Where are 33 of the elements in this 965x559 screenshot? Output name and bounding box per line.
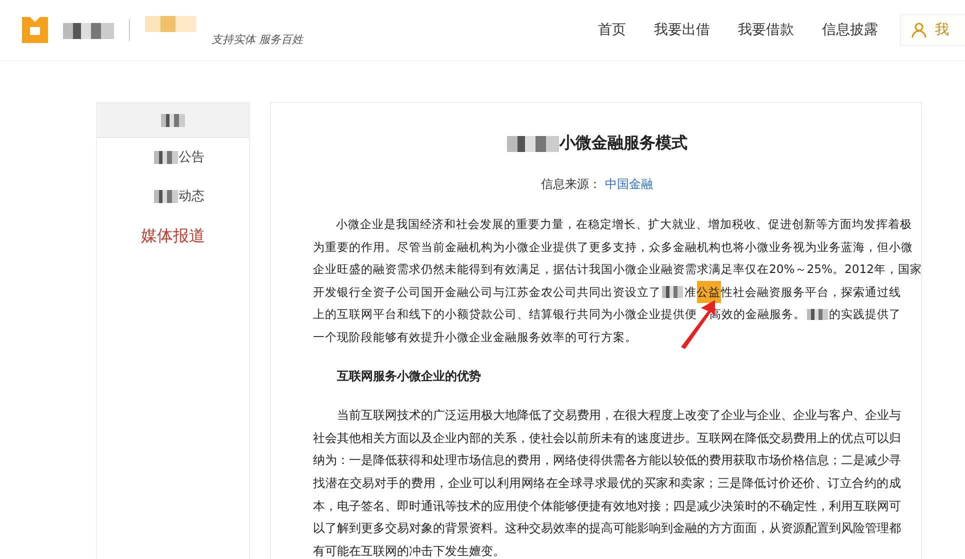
nav-link[interactable]: 信息披露 (822, 21, 878, 39)
article-title: 小微金融服务模式 (560, 133, 688, 152)
paragraph-text: 企业旺盛的融资需求仍然未能得到有效满足，据估计我国小微企业融资需求满足率仅在20%～25%。2012年，国家 (313, 261, 922, 278)
sidebar-item[interactable]: 媒体报道 (97, 216, 249, 258)
sidebar-item[interactable]: 动态 (97, 177, 249, 216)
paragraph-text: 准 (684, 284, 696, 301)
slogan: 支持实体 服务百姓 (211, 32, 303, 46)
redaction-mosaic (63, 23, 114, 40)
logo-icon (22, 17, 48, 43)
paragraph-text: 为重要的作用。尽管当前金融机构为小微企业提供了更多支持，众多金融机构也将小微业务视为业务蓝海，但小微 (313, 238, 913, 256)
paragraph-text: 小微企业是我国经济和社会发展的重要力量，在稳定增长、扩大就业、增加税收、促进创新等方面均发挥着极 (336, 216, 912, 233)
nav-link[interactable]: 我要出借 (654, 21, 710, 39)
sidebar-item[interactable]: 公告 (97, 138, 249, 177)
user-icon (911, 22, 927, 38)
redaction-mosaic (145, 16, 196, 32)
redaction-mosaic (154, 190, 178, 203)
paragraph-text: 开发银行全资子公司国开金融公司与江苏金农公司共同出资设立了 (313, 284, 661, 301)
nav-link[interactable]: 首页 (598, 21, 626, 39)
redaction-mosaic (161, 114, 185, 127)
redaction-mosaic (154, 150, 178, 164)
paragraph-text: 上的互联网平台和线下的小额贷款公司、结算银行共同为小微企业提供便 (313, 306, 697, 324)
section-heading: 互联网服务小微企业的优势 (336, 368, 482, 385)
paragraph-text: 性社会融资服务平台，探索通过线 (721, 284, 901, 301)
sidebar-header[interactable] (97, 103, 249, 138)
paragraph-text: 的实践提供了 (828, 306, 901, 324)
redaction-mosaic (507, 136, 559, 152)
source-link[interactable]: 中国金融 (604, 177, 653, 191)
nav-link[interactable]: 我要借款 (738, 21, 794, 39)
paragraph-text: 一个现阶段能够有效提升小微企业金融服务效率的可行方案。 (313, 328, 637, 346)
source-label: 信息来源： (541, 177, 602, 191)
redaction-mosaic (806, 308, 828, 320)
redaction-mosaic (662, 286, 684, 298)
paragraph: 当前互联网技术的广泛运用极大地降低了交易费用，在很大程度上改变了企业与企业、企业与客户、企业与社会其他相关方面以及企业内部的关系，使社会以前所未有的速度进步。互联网在降低交易费用上的优点可以归纳为：一是降低获得和处理市场信息的费用，网络使得供需各方能以较低的费用获取市场价格信息；二是减少寻找潜在交易对手的费用，企业可以利用网络在全球寻求最优的买家和卖家；三是降低讨价还价、订立合约的成本，电子签名、即时通讯等技术的应用使个体能够便捷有效地对接；四是减少决策时的不确定性，利用互联网可以了解到更多交易对象的背景资料。这种交易效率的提高可能影响到金融的方方面面，从资源配置到风险管理都有可能在互联网的冲击下发生嬗变。 (313, 407, 901, 559)
